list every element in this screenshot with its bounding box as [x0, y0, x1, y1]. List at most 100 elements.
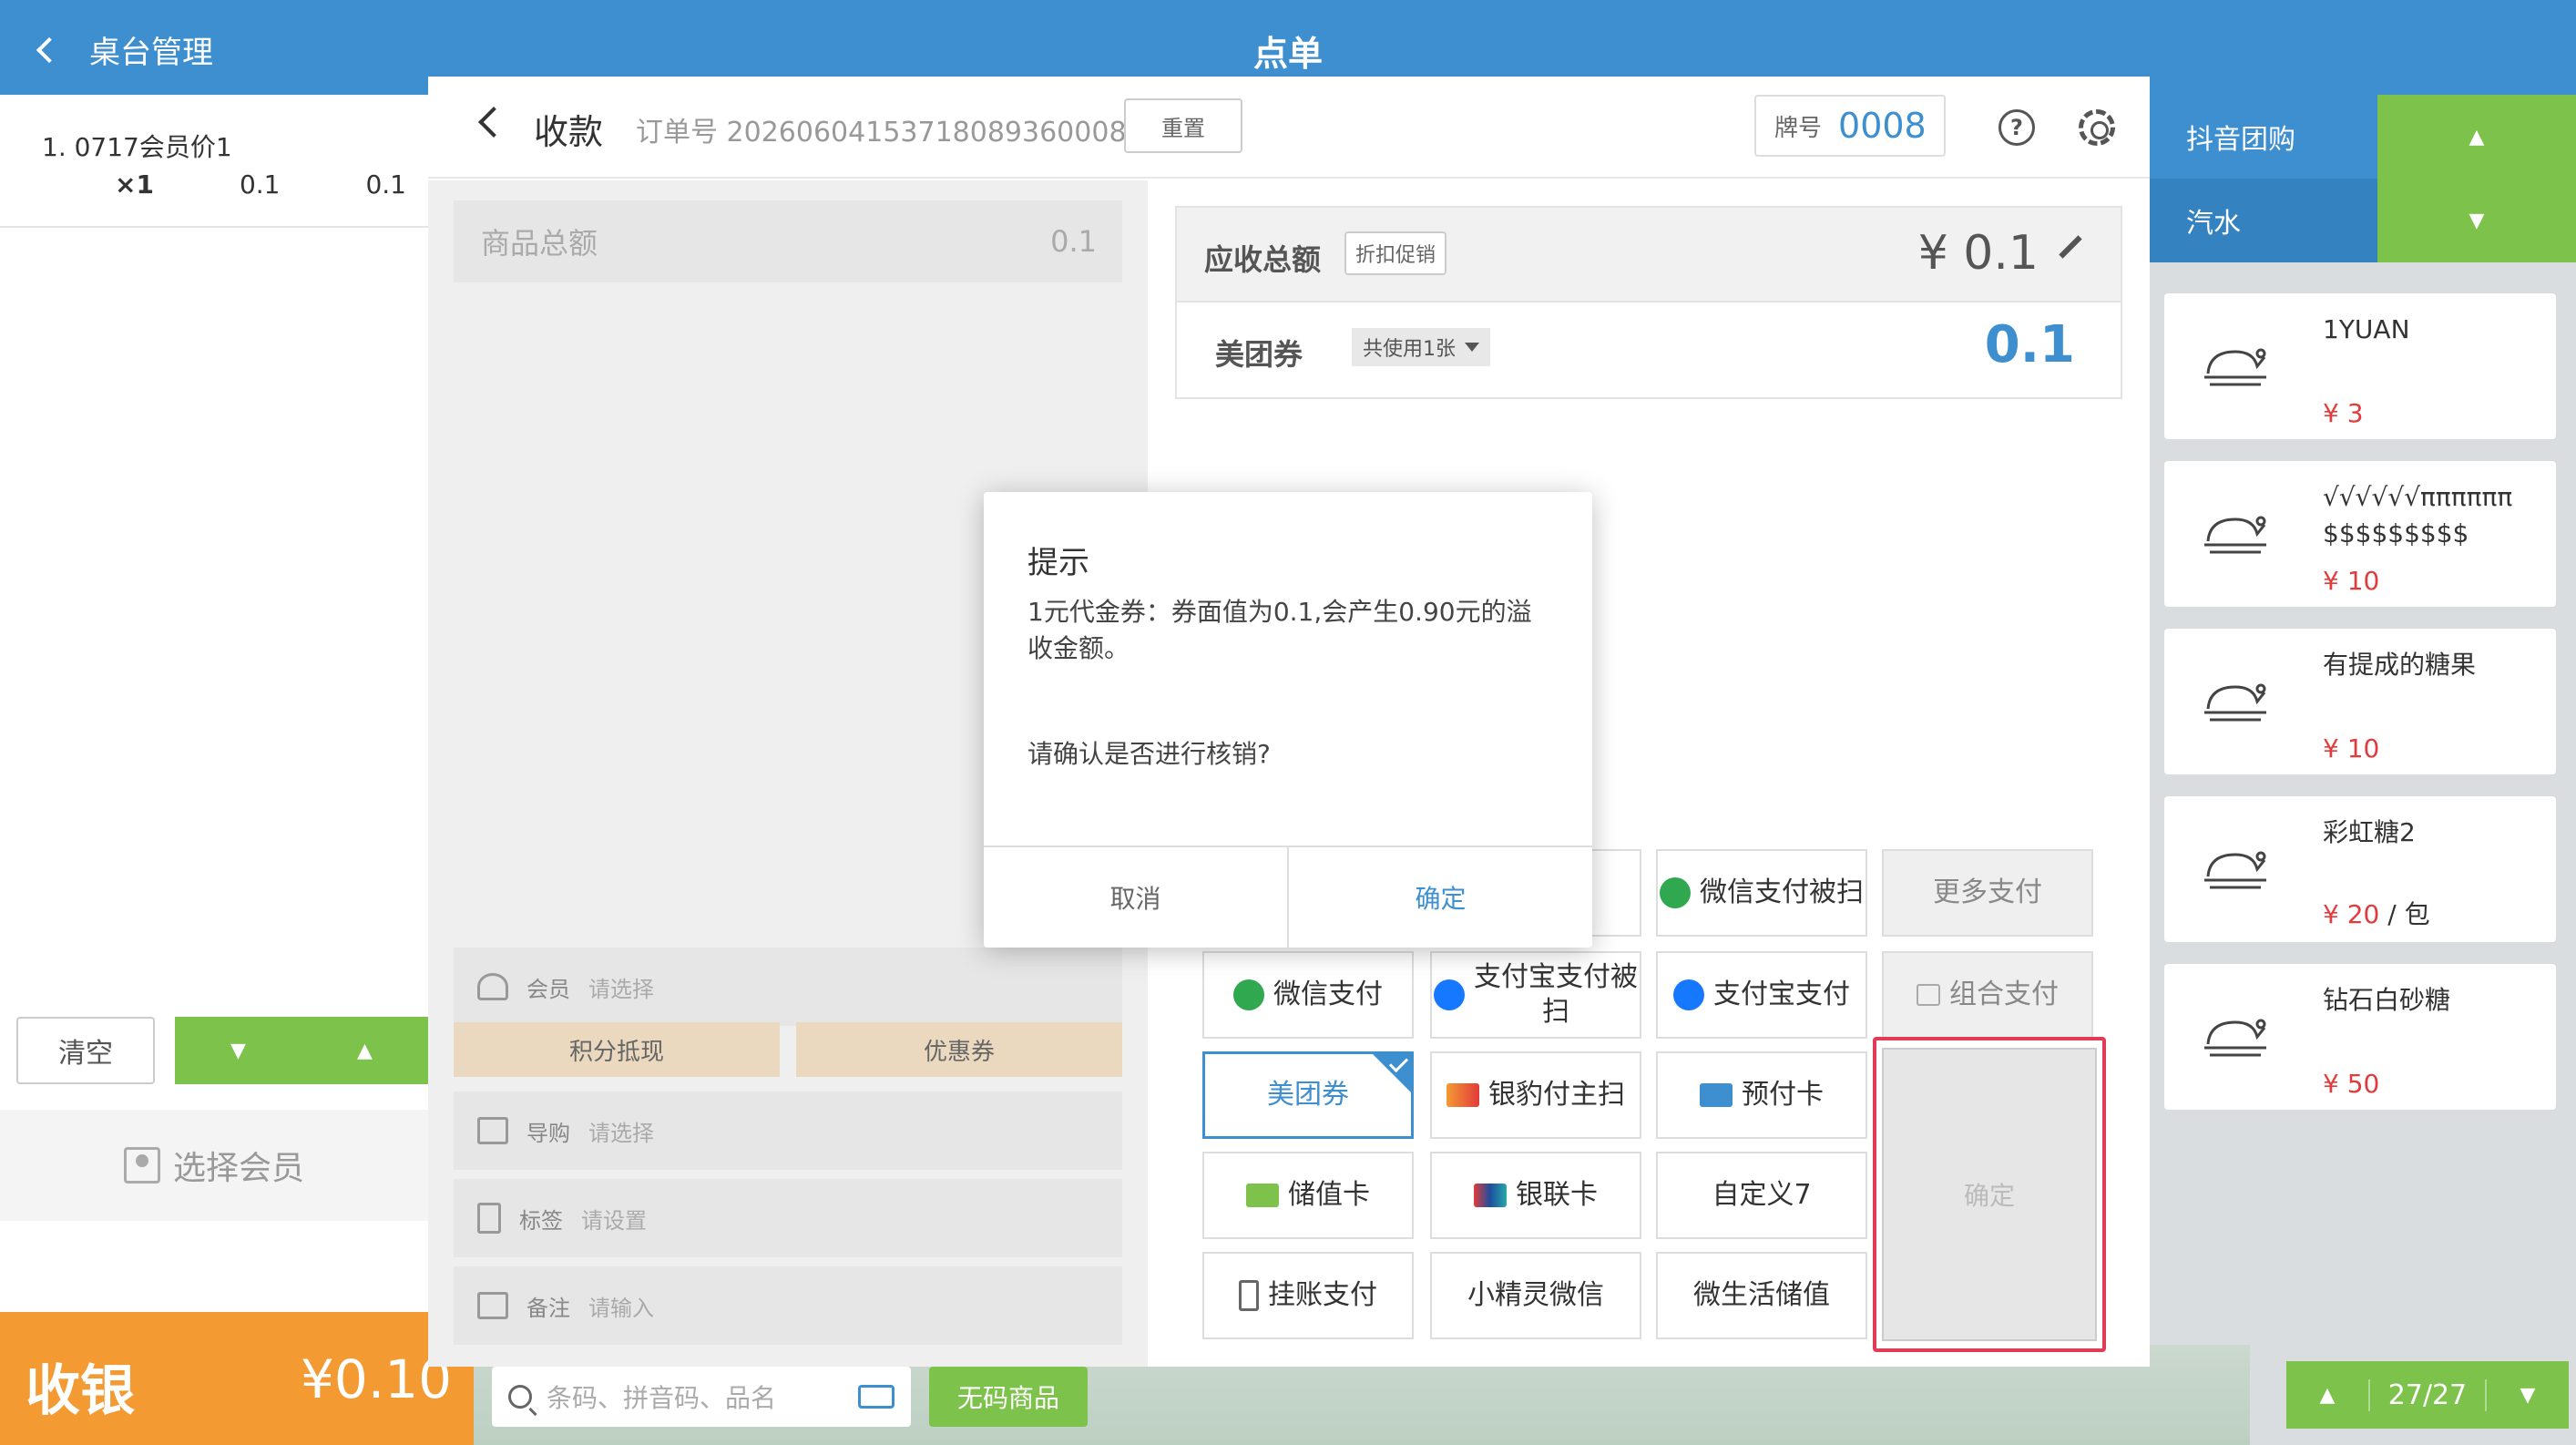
product-card[interactable]: √√√√√√ππππππ $$$$$$$$$ ¥ 10 — [2164, 461, 2556, 607]
comment-icon — [477, 1292, 508, 1319]
diamond-icon — [477, 973, 508, 1000]
product-price-value: ¥ 3 — [2323, 398, 2364, 428]
select-member-button[interactable]: 选择会员 — [0, 1110, 428, 1221]
pay-custom7-button[interactable]: 自定义7 — [1656, 1152, 1867, 1239]
pay-xiaojingling-button[interactable]: 小精灵微信 — [1430, 1252, 1641, 1339]
pay-stored-label: 储值卡 — [1288, 1179, 1370, 1211]
product-price-value: ¥ 10 — [2323, 733, 2380, 763]
no-barcode-goods-button[interactable]: 无码商品 — [929, 1367, 1088, 1427]
receivable-value: ¥ 0.1 — [1917, 226, 2039, 281]
pay-wechat-scanned-button[interactable]: 微信支付被扫 — [1656, 849, 1867, 937]
voucher-count-select[interactable]: 共使用1张 — [1352, 328, 1490, 366]
goods-total-row: 商品总额 0.1 — [454, 200, 1122, 282]
guide-row[interactable]: 导购 请选择 — [454, 1091, 1122, 1170]
reset-button[interactable]: 重置 — [1124, 98, 1242, 153]
dialog-ok-button[interactable]: 确定 — [1289, 847, 1592, 948]
clear-button[interactable]: 清空 — [16, 1017, 155, 1084]
receipt-icon — [1239, 1280, 1259, 1311]
scroll-down-button[interactable]: ▼ — [175, 1017, 302, 1084]
alipay-icon — [1434, 979, 1465, 1010]
product-price: ¥ 10 — [2323, 733, 2379, 763]
amount-box: 应收总额 折扣促销 ¥ 0.1 美团券 共使用1张 0.1 — [1175, 206, 2122, 399]
search-placeholder: 条码、拼音码、品名 — [547, 1383, 777, 1413]
category-down-button[interactable]: ▼ — [2377, 179, 2576, 262]
wallet-icon — [1246, 1184, 1279, 1207]
pay-wechat-button[interactable]: 微信支付 — [1202, 951, 1414, 1039]
edit-icon[interactable] — [2059, 235, 2082, 259]
member-row[interactable]: 会员 请选择 — [454, 948, 1122, 1026]
discount-promo-button[interactable]: 折扣促销 — [1344, 231, 1447, 275]
pager: ▲ 27/27 ▼ — [2286, 1361, 2569, 1429]
pay-unionpay-button[interactable]: 银联卡 — [1430, 1152, 1641, 1239]
back-icon[interactable] — [478, 107, 509, 138]
dialog-cancel-button[interactable]: 取消 — [984, 847, 1289, 948]
pay-weishenghuo-label: 微生活储值 — [1693, 1279, 1830, 1311]
pay-yinbao-button[interactable]: 银豹付主扫 — [1430, 1051, 1641, 1139]
tab-douyin[interactable]: 抖音团购 — [2150, 95, 2377, 179]
points-deduction-button[interactable]: 积分抵现 — [454, 1022, 780, 1077]
caret-down-icon: ▼ — [230, 1039, 246, 1062]
select-member-label: 选择会员 — [172, 1150, 304, 1187]
product-price: ¥ 3 — [2323, 398, 2364, 428]
product-name: 彩虹糖2 — [2323, 817, 2416, 847]
page-next-button[interactable]: ▼ — [2487, 1384, 2569, 1407]
payment-title: 收款 — [534, 112, 604, 152]
page-indicator: 27/27 — [2368, 1378, 2487, 1411]
search-input[interactable]: 条码、拼音码、品名 — [492, 1367, 911, 1427]
tag-row[interactable]: 标签 请设置 — [454, 1179, 1122, 1257]
pay-prepaid-button[interactable]: 预付卡 — [1656, 1051, 1867, 1139]
tag-row-value: 请设置 — [581, 1207, 647, 1234]
roast-chicken-icon — [2204, 851, 2266, 889]
guide-row-value: 请选择 — [588, 1120, 654, 1146]
scroll-up-button[interactable]: ▲ — [302, 1017, 428, 1084]
member-row-value: 请选择 — [588, 976, 654, 1002]
pay-weishenghuo-button[interactable]: 微生活储值 — [1656, 1252, 1867, 1339]
unionpay-icon — [1474, 1184, 1507, 1207]
pay-yinbao-label: 银豹付主扫 — [1488, 1079, 1625, 1111]
keyboard-icon[interactable] — [858, 1385, 894, 1409]
pay-combo-label: 组合支付 — [1949, 979, 2059, 1010]
product-card[interactable]: 1YUAN ¥ 3 — [2164, 293, 2556, 439]
yinbao-icon — [1446, 1083, 1479, 1107]
product-card[interactable]: 钻石白砂糖 ¥ 50 — [2164, 964, 2556, 1110]
help-icon[interactable]: ? — [1998, 109, 2035, 146]
pay-stored-value-button[interactable]: 储值卡 — [1202, 1152, 1414, 1239]
gear-icon[interactable] — [2079, 109, 2115, 146]
category-tabs: 抖音团购 ▲ 汽水 ▼ — [2150, 95, 2576, 264]
roast-chicken-icon — [2204, 516, 2266, 554]
product-card[interactable]: 彩虹糖2 ¥ 20 / 包 — [2164, 796, 2556, 942]
dialog-title: 提示 — [1027, 545, 1089, 581]
pay-more-button[interactable]: 更多支付 — [1882, 849, 2093, 937]
pay-alipay-scanned-label: 支付宝支付被扫 — [1474, 961, 1638, 1028]
cashier-button[interactable]: 收银 ¥0.10 — [0, 1312, 474, 1445]
category-up-button[interactable]: ▲ — [2377, 95, 2576, 179]
pay-credit-button[interactable]: 挂账支付 — [1202, 1252, 1414, 1339]
order-item-price: 0.1 — [239, 169, 281, 200]
product-price-value: ¥ 10 — [2323, 566, 2380, 596]
product-name: 1YUAN — [2323, 314, 2410, 344]
chevron-down-icon — [1465, 343, 1479, 352]
pay-alipay-button[interactable]: 支付宝支付 — [1656, 951, 1867, 1039]
product-name: √√√√√√ππππππ $$$$$$$$$ — [2323, 482, 2513, 548]
note-row[interactable]: 备注 请输入 — [454, 1266, 1122, 1345]
coupon-button[interactable]: 优惠券 — [796, 1022, 1122, 1077]
caret-up-icon: ▲ — [2469, 125, 2485, 149]
member-row-label: 会员 — [526, 976, 570, 1002]
order-scroll-buttons: ▼ ▲ — [175, 1017, 428, 1084]
caret-up-icon: ▲ — [2319, 1383, 2336, 1407]
pay-meituan-button[interactable]: 美团券 — [1202, 1051, 1414, 1139]
product-card[interactable]: 有提成的糖果 ¥ 10 — [2164, 629, 2556, 774]
order-panel: 1. 0717会员价1 ×1 0.1 0.1 清空 ▼ ▲ 选择会员 — [0, 95, 428, 1445]
product-price: ¥ 20 / 包 — [2323, 895, 2430, 931]
table-badge[interactable]: 牌号 0008 — [1754, 95, 1946, 157]
confirm-payment-button[interactable]: 确定 — [1882, 1048, 2097, 1341]
caret-up-icon: ▲ — [357, 1039, 373, 1062]
order-item[interactable]: 1. 0717会员价1 ×1 0.1 0.1 — [42, 128, 406, 200]
pay-alipay-scanned-button[interactable]: 支付宝支付被扫 — [1430, 951, 1641, 1039]
pay-unionpay-label: 银联卡 — [1516, 1179, 1598, 1211]
alipay-icon — [1673, 979, 1704, 1010]
pay-combo-button[interactable]: 组合支付 — [1882, 951, 2093, 1039]
pay-wechat-label: 微信支付 — [1273, 979, 1383, 1010]
tab-soda[interactable]: 汽水 — [2150, 179, 2377, 262]
page-prev-button[interactable]: ▲ — [2286, 1384, 2368, 1407]
